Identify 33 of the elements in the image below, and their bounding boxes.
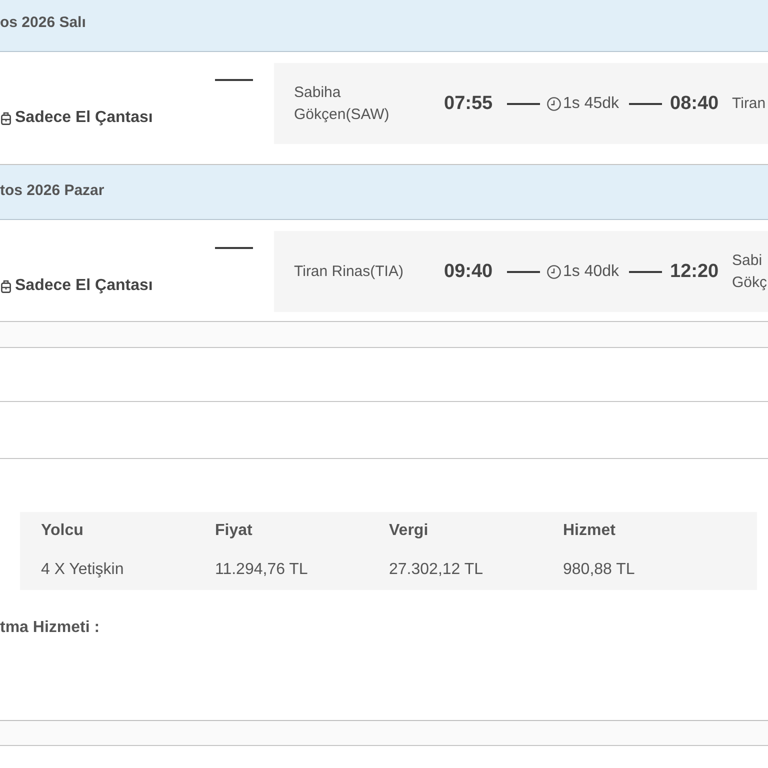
flight-duration: 1s 40dk bbox=[563, 262, 620, 280]
bag-icon bbox=[1, 112, 11, 124]
route-line bbox=[507, 270, 540, 272]
clock-icon bbox=[547, 264, 561, 278]
bag-icon bbox=[1, 280, 11, 292]
clock-icon bbox=[547, 96, 561, 110]
column-header: Vergi bbox=[389, 521, 430, 541]
route-line bbox=[629, 102, 662, 104]
departure-time: 07:55 bbox=[444, 92, 494, 114]
table-cell-text: 27.302,12 TL bbox=[389, 560, 484, 580]
origin-airport: Tiran Rinas(TIA) bbox=[294, 262, 404, 282]
departure-time: 09:40 bbox=[444, 260, 494, 282]
dash-line bbox=[215, 79, 253, 81]
arrival-time: 08:40 bbox=[670, 92, 720, 114]
date-header: tos 2026 Pazar bbox=[0, 165, 768, 220]
baggage-label: Sadece El Çantası bbox=[15, 108, 153, 128]
route-line bbox=[629, 270, 662, 272]
origin-airport: Sabiha Gökçen(SAW) bbox=[294, 82, 390, 124]
column-header: Fiyat bbox=[215, 521, 254, 541]
column-header: Yolcu bbox=[41, 521, 84, 541]
dash-line bbox=[215, 247, 253, 249]
arrival-time: 12:20 bbox=[670, 260, 720, 282]
table-cell-text: 980,88 TL bbox=[563, 560, 636, 580]
table-cell-text: 4 X Yetişkin bbox=[41, 560, 125, 580]
service-label: tma Hizmeti : bbox=[0, 619, 100, 636]
column-header: Hizmet bbox=[563, 521, 616, 541]
destination-airport: Sabi Gökç bbox=[732, 250, 767, 292]
flight-duration: 1s 45dk bbox=[563, 94, 620, 112]
table-cell-text: 11.294,76 TL bbox=[215, 560, 309, 580]
destination-airport: Tiran bbox=[732, 94, 766, 114]
date-header: os 2026 Salı bbox=[0, 0, 768, 52]
route-line bbox=[507, 102, 540, 104]
baggage-label: Sadece El Çantası bbox=[15, 276, 153, 296]
